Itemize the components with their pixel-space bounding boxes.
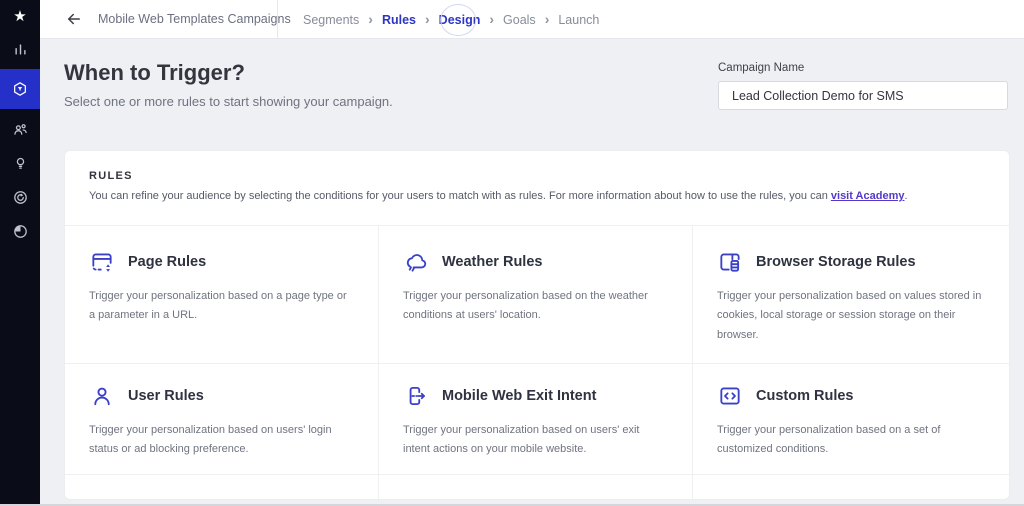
card-header: Mobile Web Exit Intent [403,383,670,409]
breadcrumb-step-segments[interactable]: Segments [303,13,359,27]
lightbulb-icon [11,154,30,173]
rules-panel-header: RULES You can refine your audience by se… [65,151,1009,226]
sidebar: ★ [0,0,40,506]
back-button[interactable] [64,9,84,29]
bar-chart-icon [11,40,30,59]
sidebar-item-history[interactable] [0,214,40,248]
optimize-icon [11,188,30,207]
chevron-right-icon: › [545,12,550,28]
rule-card-hidden-2[interactable] [379,475,693,500]
custom-rules-icon [717,383,743,409]
page-rules-icon [89,249,115,275]
card-title: Page Rules [128,254,206,270]
users-icon [11,120,30,139]
rule-card-user-rules[interactable]: User Rules Trigger your personalization … [65,364,379,475]
rule-card-mobile-web-exit-intent[interactable]: Mobile Web Exit Intent Trigger your pers… [379,364,693,475]
card-header: Weather Rules [403,249,670,275]
browser-storage-rules-icon [717,249,743,275]
rules-intro: You can refine your audience by selectin… [89,190,985,202]
breadcrumb-step-launch[interactable]: Launch [558,13,599,27]
campaign-name-block: Campaign Name [718,62,1008,110]
chevron-right-icon: › [425,12,430,28]
rules-cards-grid: Page Rules Trigger your personalization … [65,226,1009,500]
card-description: Trigger your personalization based on us… [89,421,356,460]
rules-heading: RULES [89,170,985,182]
personalization-icon [10,79,30,99]
page-subtitle: Select one or more rules to start showin… [64,94,393,109]
sidebar-item-ideas[interactable] [0,146,40,180]
rule-card-page-rules[interactable]: Page Rules Trigger your personalization … [65,226,379,364]
star-icon: ★ [13,9,26,24]
user-rules-icon [89,383,115,409]
breadcrumb-step-goals[interactable]: Goals [503,13,536,27]
card-title: Browser Storage Rules [756,254,916,270]
weather-rules-icon [403,249,429,275]
card-title: Custom Rules [756,388,854,404]
topbar-divider [277,0,278,38]
campaign-name-input[interactable] [718,81,1008,110]
rule-card-hidden-1[interactable] [65,475,379,500]
mobile-web-exit-intent-icon [403,383,429,409]
topbar-title: Mobile Web Templates Campaigns [98,12,291,26]
breadcrumb-step-rules[interactable]: Rules [382,13,416,27]
card-description: Trigger your personalization based on us… [403,421,670,460]
rule-card-hidden-3[interactable] [693,475,1009,500]
card-header: Custom Rules [717,383,987,409]
card-header: User Rules [89,383,356,409]
card-header: Browser Storage Rules [717,249,987,275]
card-title: User Rules [128,388,204,404]
card-title: Mobile Web Exit Intent [442,388,596,404]
rule-card-browser-storage-rules[interactable]: Browser Storage Rules Trigger your perso… [693,226,1009,364]
rules-intro-period: . [904,190,907,202]
campaign-name-label: Campaign Name [718,62,1008,74]
rule-card-weather-rules[interactable]: Weather Rules Trigger your personalizati… [379,226,693,364]
sidebar-item-optimize[interactable] [0,180,40,214]
rule-card-custom-rules[interactable]: Custom Rules Trigger your personalizatio… [693,364,1009,475]
breadcrumb-step-design[interactable]: Design [439,13,481,27]
page-title: When to Trigger? [64,60,245,86]
rules-intro-text: You can refine your audience by selectin… [89,190,831,202]
topbar: Mobile Web Templates Campaigns Segments … [40,0,1024,39]
breadcrumb-step-design-wrap: Design [439,13,481,27]
card-description: Trigger your personalization based on a … [717,421,987,460]
card-description: Trigger your personalization based on th… [403,287,670,326]
card-header: Page Rules [89,249,356,275]
card-title: Weather Rules [442,254,542,270]
time-pie-icon [11,222,30,241]
sidebar-item-analytics[interactable] [0,32,40,66]
sidebar-item-audience[interactable] [0,112,40,146]
sidebar-item-favorites[interactable]: ★ [0,0,40,32]
chevron-right-icon: › [368,12,373,28]
card-description: Trigger your personalization based on a … [89,287,356,326]
back-arrow-icon [65,10,83,28]
rules-panel: RULES You can refine your audience by se… [64,150,1010,500]
breadcrumb: Segments › Rules › Design › Goals › Laun… [303,0,599,39]
chevron-right-icon: › [489,12,494,28]
visit-academy-link[interactable]: visit Academy [831,190,905,202]
card-description: Trigger your personalization based on va… [717,287,987,345]
sidebar-item-personalization[interactable] [0,69,40,109]
